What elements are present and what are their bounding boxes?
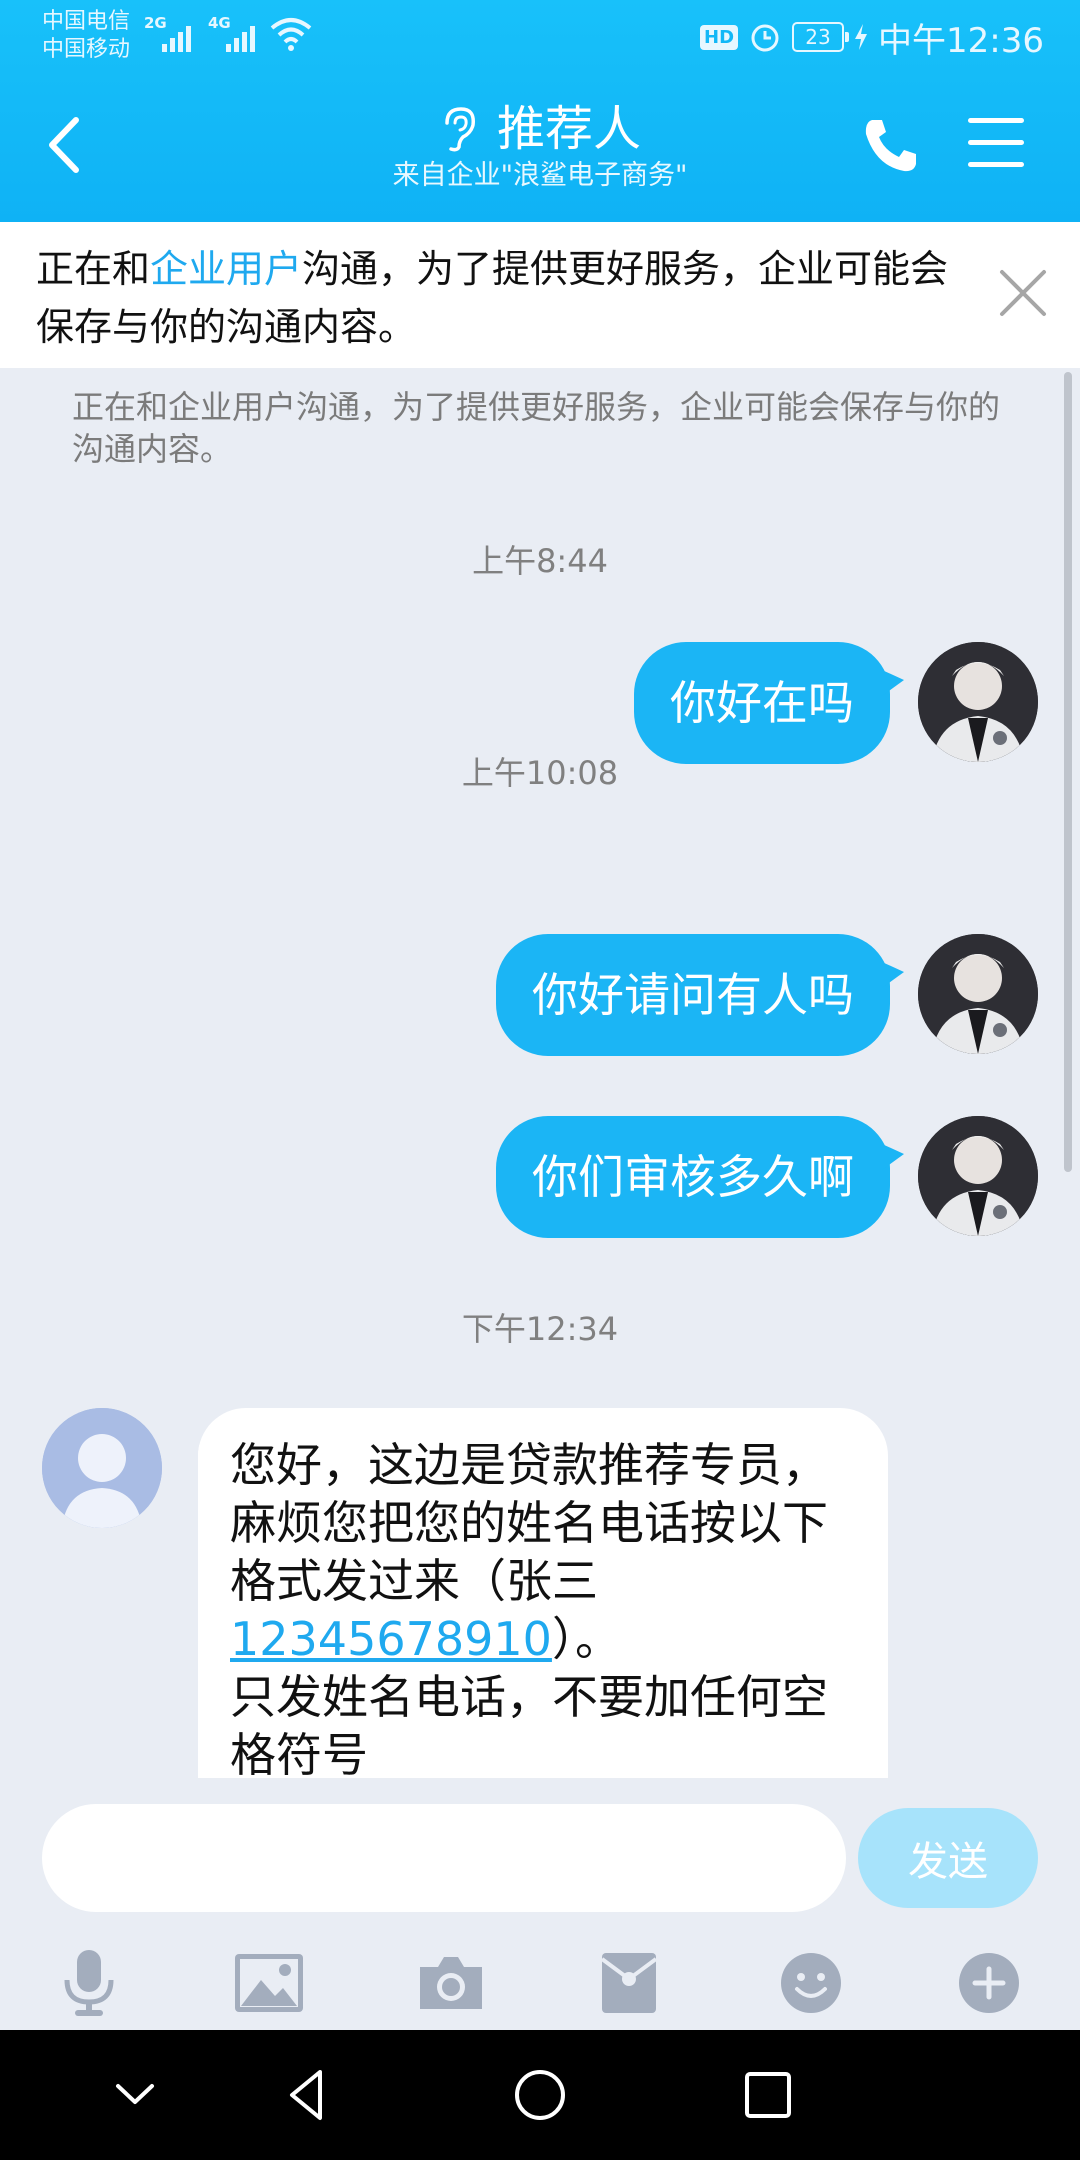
chat-title-text: 推荐人 — [496, 101, 641, 157]
plus-icon[interactable] — [944, 1938, 1034, 2028]
user-avatar[interactable] — [918, 934, 1038, 1054]
outgoing-message[interactable]: 你们审核多久啊 — [496, 1116, 904, 1238]
carrier-1: 中国电信 — [42, 9, 131, 34]
chat-subtitle: 来自企业"浪鲨电子商务" — [392, 160, 688, 191]
battery-level: 23 — [805, 25, 831, 49]
wifi-icon — [270, 18, 312, 51]
header: 中国电信 中国移动 2G 4G HD 23 中午12:36 推荐人 来自企业"浪… — [0, 0, 1080, 222]
carrier-2: 中国移动 — [42, 37, 131, 62]
back-button[interactable] — [40, 110, 90, 180]
incoming-text-2: ）。 — [551, 1612, 621, 1666]
red-packet-icon[interactable] — [584, 1938, 674, 2028]
enterprise-notice-banner: 正在和企业用户沟通，为了提供更好服务，企业可能会保存与你的沟通内容。 — [0, 222, 1080, 368]
status-right: HD 23 中午12:36 — [700, 12, 1044, 62]
chat-title: 推荐人 — [439, 100, 641, 158]
alarm-icon — [751, 24, 779, 52]
notice-text: 正在和企业用户沟通，为了提供更好服务，企业可能会保存与你的沟通内容。 — [36, 240, 976, 356]
incoming-text-3: 只发姓名电话，不要加任何空格符号 — [230, 1670, 828, 1780]
notice-text-start: 正在和 — [36, 247, 151, 291]
user-avatar[interactable] — [918, 642, 1038, 762]
incoming-text-1: 您好，这边是贷款推荐专员，麻烦您把您的姓名电话按以下格式发过来（张三 — [230, 1438, 828, 1608]
recents-square-icon[interactable] — [731, 2058, 805, 2132]
chat-title-block: 推荐人 来自企业"浪鲨电子商务" — [240, 100, 840, 194]
menu-button[interactable] — [968, 118, 1024, 168]
phone-call-button[interactable] — [858, 114, 922, 178]
clock: 中午12:36 — [878, 20, 1044, 61]
emoji-icon[interactable] — [766, 1938, 856, 2028]
microphone-icon[interactable] — [44, 1938, 134, 2028]
timestamp: 下午12:34 — [461, 1310, 619, 1348]
composer: 发送 — [0, 1778, 1080, 2030]
chat-scrollbar[interactable] — [1064, 372, 1072, 1172]
outgoing-message[interactable]: 你好在吗 — [634, 642, 904, 764]
carrier-labels: 中国电信 中国移动 — [42, 8, 130, 64]
charging-icon — [855, 24, 868, 50]
battery-icon: 23 — [792, 22, 850, 52]
close-notice-button[interactable] — [992, 262, 1054, 324]
system-navigation-bar — [0, 2030, 1080, 2160]
camera-icon[interactable] — [406, 1938, 496, 2028]
timestamp: 上午10:08 — [461, 754, 619, 792]
user-avatar[interactable] — [918, 1116, 1038, 1236]
contact-avatar[interactable] — [42, 1408, 162, 1528]
composer-toolbar — [0, 1938, 1080, 2028]
phone-number-link[interactable]: 12345678910 — [230, 1612, 552, 1666]
image-icon[interactable] — [224, 1938, 314, 2028]
incoming-message[interactable]: 您好，这边是贷款推荐专员，麻烦您把您的姓名电话按以下格式发过来（张三 12345… — [198, 1408, 888, 1780]
ear-icon — [445, 107, 475, 152]
home-circle-icon[interactable] — [503, 2058, 577, 2132]
status-bar: 中国电信 中国移动 2G 4G HD 23 中午12:36 — [0, 0, 1080, 74]
notice-highlight: 企业用户 — [150, 247, 303, 291]
back-triangle-icon[interactable] — [272, 2058, 346, 2132]
outgoing-message[interactable]: 你好请问有人吗 — [496, 934, 904, 1056]
hd-badge: HD — [700, 24, 739, 50]
send-button[interactable]: 发送 — [858, 1808, 1038, 1908]
timestamp: 上午8:44 — [472, 542, 608, 580]
hide-keyboard-icon[interactable] — [98, 2058, 172, 2132]
system-note: 正在和企业用户沟通，为了提供更好服务，企业可能会保存与你的沟通内容。 — [72, 388, 1001, 468]
message-input[interactable] — [42, 1804, 846, 1912]
